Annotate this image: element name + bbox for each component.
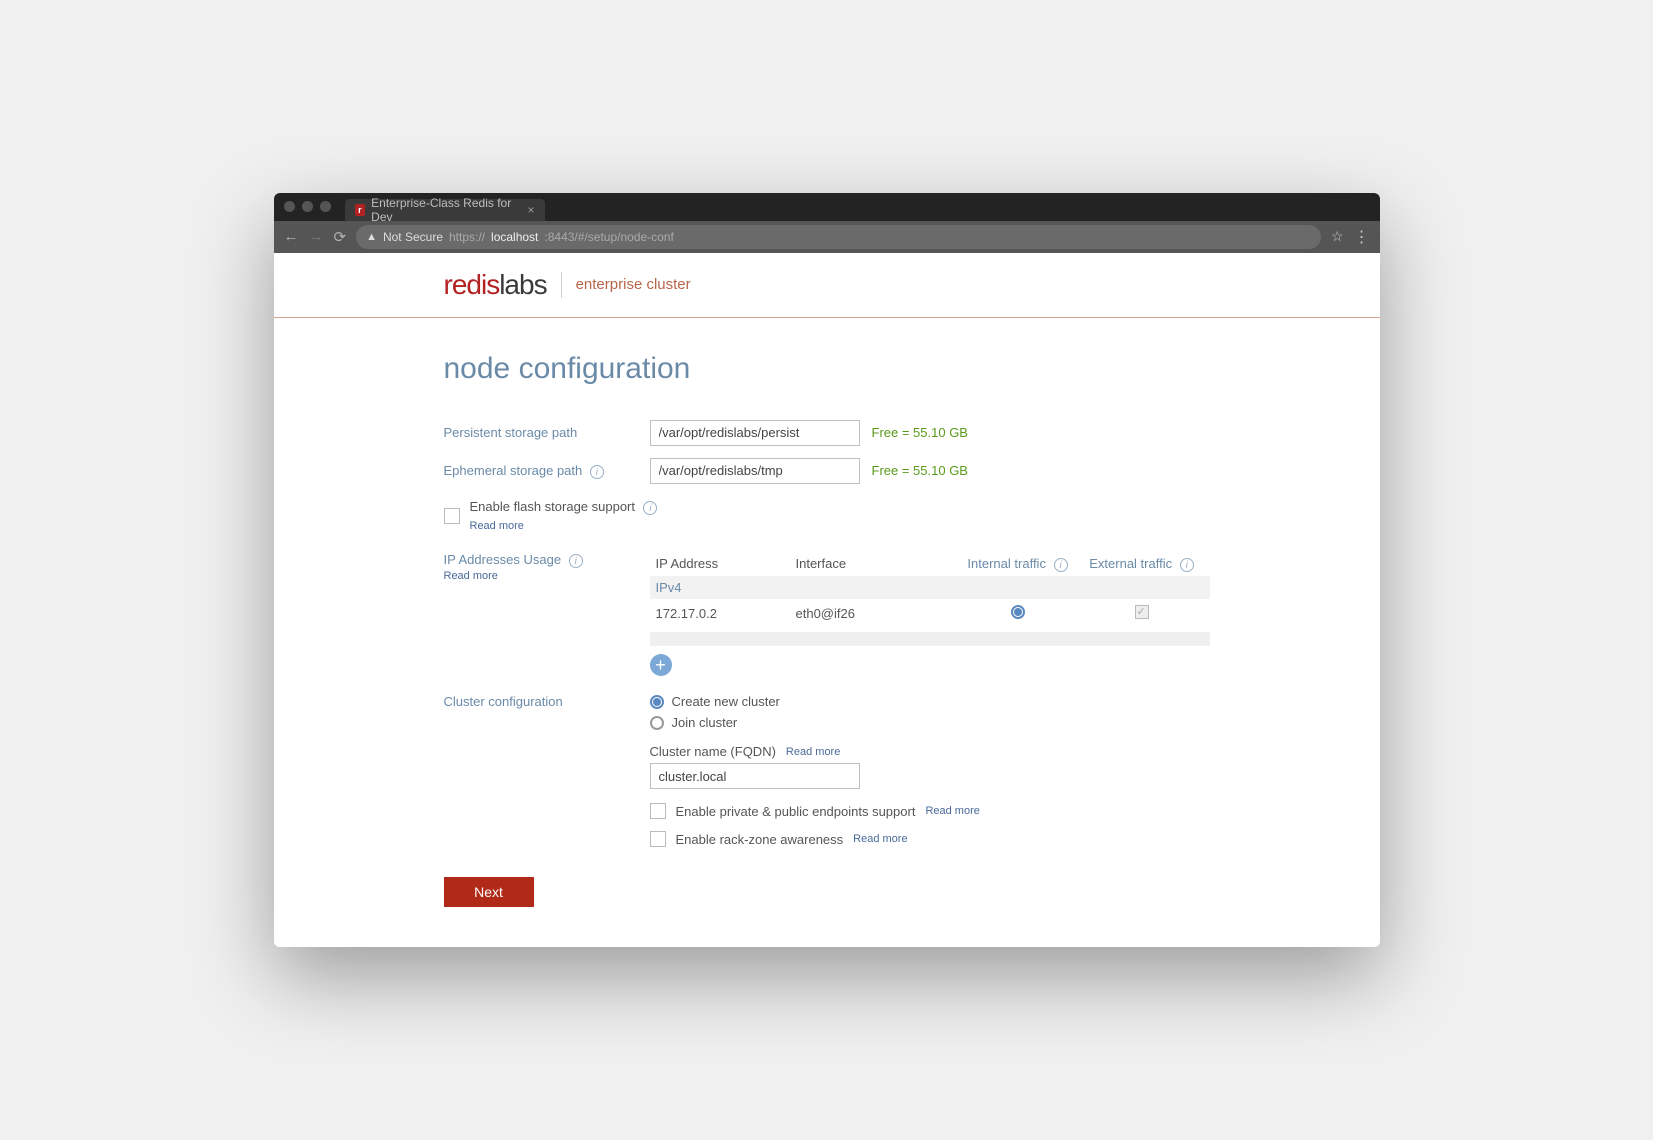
persistent-storage-row: Persistent storage path Free = 55.10 GB	[444, 414, 1210, 452]
logo-primary: redis	[444, 269, 500, 300]
ephemeral-storage-input[interactable]	[650, 458, 860, 484]
brand-header: redislabs enterprise cluster	[274, 253, 1380, 317]
address-bar[interactable]: ▲ Not Secure https:// localhost :8443/#/se…	[356, 225, 1321, 249]
back-icon[interactable]: ←	[284, 228, 299, 245]
join-cluster-label: Join cluster	[672, 715, 738, 730]
ip-address-cell: 172.17.0.2	[656, 606, 796, 621]
endpoints-row: Enable private & public endpoints suppor…	[650, 789, 1210, 823]
info-icon[interactable]: i	[590, 465, 604, 479]
tab-title: Enterprise-Class Redis for Dev	[371, 196, 517, 224]
fqdn-label: Cluster name (FQDN)	[650, 744, 776, 759]
fqdn-input[interactable]	[650, 763, 860, 789]
info-icon[interactable]: i	[1180, 558, 1194, 572]
cluster-section-label: Cluster configuration	[444, 694, 640, 851]
logo-subtitle: enterprise cluster	[576, 276, 691, 293]
browser-toolbar: ← → ⟳ ▲ Not Secure https:// localhost :844…	[274, 221, 1380, 253]
flash-storage-row: Enable flash storage support i Read more	[444, 490, 1210, 538]
flash-storage-checkbox[interactable]	[444, 508, 460, 524]
close-window-icon[interactable]	[284, 201, 295, 212]
ephemeral-storage-label: Ephemeral storage path i	[444, 463, 640, 480]
logo-divider	[561, 272, 562, 298]
flash-storage-label: Enable flash storage support	[470, 499, 636, 514]
rackzone-label: Enable rack-zone awareness	[676, 832, 844, 847]
ip-table: IP Address Interface Internal traffic i …	[650, 552, 1210, 677]
browser-tab[interactable]: r Enterprise-Class Redis for Dev ×	[345, 199, 545, 221]
browser-window: r Enterprise-Class Redis for Dev × ← → ⟳…	[274, 193, 1380, 948]
fqdn-readmore-link[interactable]: Read more	[786, 746, 840, 758]
page-title: node configuration	[444, 352, 1210, 386]
col-external-traffic: External traffic i	[1080, 556, 1204, 573]
endpoints-checkbox[interactable]	[650, 803, 666, 819]
info-icon[interactable]: i	[569, 554, 583, 568]
forward-icon[interactable]: →	[309, 228, 324, 245]
endpoints-readmore-link[interactable]: Read more	[925, 805, 979, 817]
titlebar: r Enterprise-Class Redis for Dev ×	[274, 193, 1380, 221]
reload-icon[interactable]: ⟳	[334, 228, 347, 246]
not-secure-icon: ▲	[366, 231, 377, 243]
persistent-free-label: Free = 55.10 GB	[872, 425, 968, 440]
persistent-storage-label: Persistent storage path	[444, 425, 640, 440]
join-cluster-option[interactable]: Join cluster	[650, 715, 1210, 730]
persistent-storage-input[interactable]	[650, 420, 860, 446]
ephemeral-storage-row: Ephemeral storage path i Free = 55.10 GB	[444, 452, 1210, 490]
ip-table-header: IP Address Interface Internal traffic i …	[650, 552, 1210, 577]
rackzone-checkbox[interactable]	[650, 831, 666, 847]
logo-secondary: labs	[499, 269, 546, 300]
page-content: redislabs enterprise cluster node config…	[274, 253, 1380, 948]
rackzone-row: Enable rack-zone awareness Read more	[650, 823, 1210, 851]
bookmark-icon[interactable]: ☆	[1331, 228, 1344, 245]
create-cluster-option[interactable]: Create new cluster	[650, 694, 1210, 709]
ip-divider	[650, 632, 1210, 646]
next-button[interactable]: Next	[444, 877, 534, 907]
cluster-section: Cluster configuration Create new cluster…	[444, 694, 1210, 851]
external-traffic-checkbox	[1135, 605, 1149, 619]
window-controls	[284, 201, 331, 212]
col-internal-traffic: Internal traffic i	[956, 556, 1080, 573]
internal-traffic-radio[interactable]	[1011, 605, 1025, 619]
url-host: localhost	[491, 230, 538, 244]
header-divider	[274, 317, 1380, 318]
join-cluster-radio[interactable]	[650, 716, 664, 730]
favicon-icon: r	[355, 204, 366, 216]
info-icon[interactable]: i	[643, 501, 657, 515]
flash-readmore-link[interactable]: Read more	[470, 520, 524, 532]
create-cluster-radio[interactable]	[650, 695, 664, 709]
rackzone-readmore-link[interactable]: Read more	[853, 833, 907, 845]
not-secure-label: Not Secure	[383, 230, 443, 244]
logo: redislabs	[444, 269, 547, 301]
ip-section-label: IP Addresses Usage	[444, 552, 562, 567]
fqdn-label-row: Cluster name (FQDN) Read more	[650, 744, 1210, 759]
create-cluster-label: Create new cluster	[672, 694, 780, 709]
url-protocol: https://	[449, 230, 485, 244]
browser-menu-icon[interactable]: ⋮	[1354, 227, 1370, 247]
ip-group-ipv4: IPv4	[650, 576, 1210, 599]
ip-interface-cell: eth0@if26	[796, 606, 956, 621]
maximize-window-icon[interactable]	[320, 201, 331, 212]
ephemeral-storage-label-text: Ephemeral storage path	[444, 463, 583, 478]
ephemeral-free-label: Free = 55.10 GB	[872, 463, 968, 478]
ip-readmore-link[interactable]: Read more	[444, 570, 640, 582]
col-ip-address: IP Address	[656, 556, 796, 573]
minimize-window-icon[interactable]	[302, 201, 313, 212]
info-icon[interactable]: i	[1054, 558, 1068, 572]
url-path: :8443/#/setup/node-conf	[544, 230, 673, 244]
ip-section: IP Addresses Usage i Read more IP Addres…	[444, 552, 1210, 677]
ip-row: 172.17.0.2 eth0@if26	[650, 599, 1210, 628]
add-ip-button[interactable]: +	[650, 654, 672, 676]
close-tab-icon[interactable]: ×	[527, 203, 534, 217]
endpoints-label: Enable private & public endpoints suppor…	[676, 804, 916, 819]
main-content: node configuration Persistent storage pa…	[274, 318, 1380, 948]
col-interface: Interface	[796, 556, 956, 573]
